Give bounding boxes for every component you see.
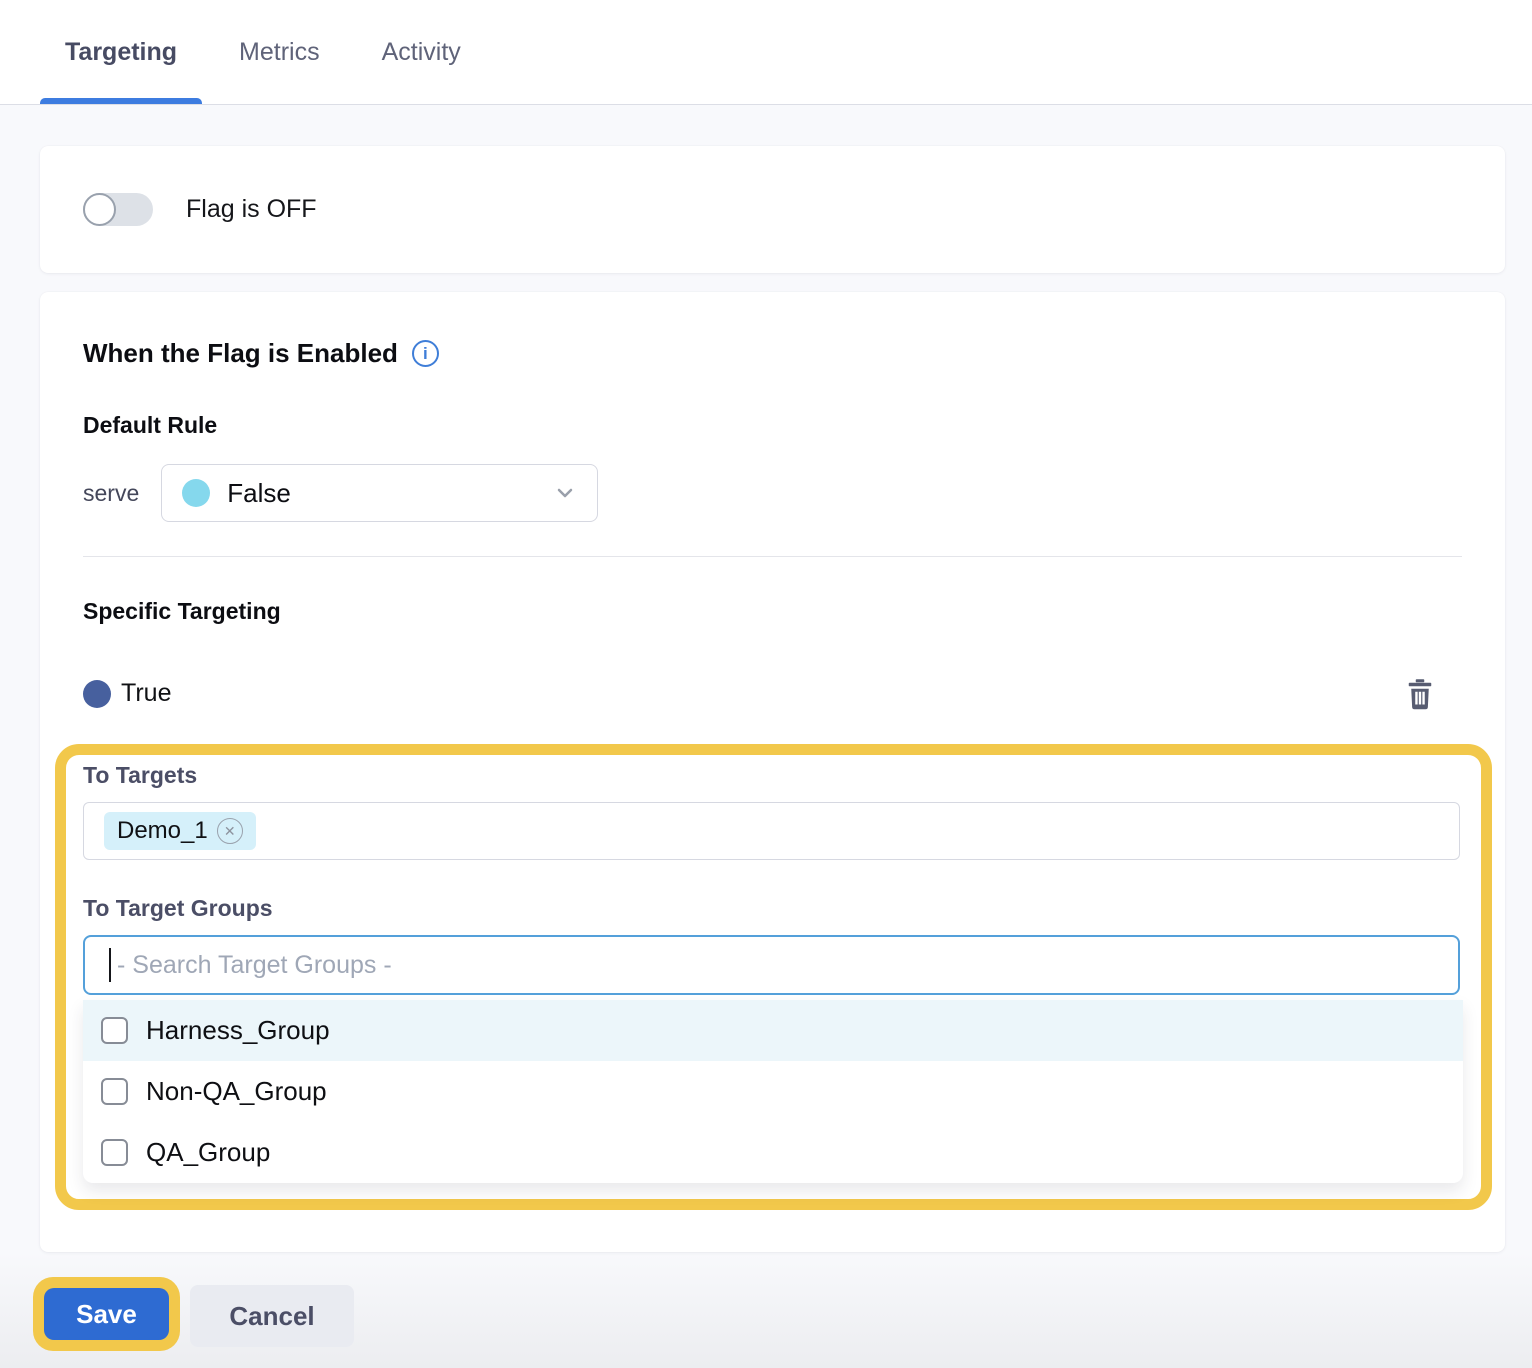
target-groups-dropdown: Harness_Group Non-QA_Group QA_Group	[83, 1000, 1463, 1183]
tabs: Targeting Metrics Activity	[0, 0, 1532, 104]
target-groups-search-wrap	[83, 935, 1460, 995]
true-variation-row: True	[83, 677, 1435, 710]
false-variation-dot	[182, 479, 210, 507]
default-rule-row: serve False	[83, 464, 598, 522]
targeting-rules-card: When the Flag is Enabled i Default Rule …	[40, 292, 1505, 1252]
save-button-highlight: Save	[33, 1277, 180, 1351]
save-button[interactable]: Save	[44, 1288, 169, 1340]
chevron-down-icon	[553, 481, 577, 505]
cancel-button[interactable]: Cancel	[190, 1285, 354, 1347]
text-caret	[109, 948, 111, 982]
tab-targeting[interactable]: Targeting	[40, 0, 202, 104]
section-divider	[83, 556, 1462, 557]
variation-select-value: False	[227, 478, 291, 509]
tab-bar: Targeting Metrics Activity	[0, 0, 1532, 105]
checkbox-harness-group[interactable]	[101, 1017, 128, 1044]
section-title: When the Flag is Enabled i	[83, 338, 439, 369]
targets-input[interactable]: Demo_1 ✕	[83, 802, 1460, 860]
group-option-harness-group[interactable]: Harness_Group	[83, 1000, 1463, 1061]
flag-state-card: Flag is OFF	[40, 146, 1505, 273]
tab-activity[interactable]: Activity	[357, 0, 486, 104]
feature-flag-targeting-page: Targeting Metrics Activity Flag is OFF W…	[0, 0, 1532, 1368]
highlighted-targeting-area: To Targets Demo_1 ✕ To Target Groups Har…	[55, 744, 1492, 1210]
to-target-groups-label: To Target Groups	[83, 895, 1481, 922]
tab-metrics[interactable]: Metrics	[214, 0, 345, 104]
checkbox-non-qa-group[interactable]	[101, 1078, 128, 1105]
default-rule-heading: Default Rule	[83, 412, 217, 439]
flag-state-label: Flag is OFF	[186, 195, 317, 224]
serve-label: serve	[83, 480, 139, 507]
target-groups-search-input[interactable]	[83, 935, 1460, 995]
info-icon[interactable]: i	[412, 340, 439, 367]
remove-tag-icon[interactable]: ✕	[217, 818, 243, 844]
when-flag-enabled-title: When the Flag is Enabled	[83, 338, 398, 369]
flag-toggle-thumb	[83, 193, 116, 226]
true-variation-dot	[83, 680, 111, 708]
group-option-non-qa-group[interactable]: Non-QA_Group	[83, 1061, 1463, 1122]
trash-icon	[1405, 677, 1435, 710]
flag-toggle[interactable]	[83, 193, 153, 226]
variation-select[interactable]: False	[161, 464, 598, 522]
target-tag-label: Demo_1	[117, 817, 208, 845]
specific-targeting-heading: Specific Targeting	[83, 598, 281, 625]
delete-rule-button[interactable]	[1405, 677, 1435, 710]
target-tag: Demo_1 ✕	[104, 812, 256, 850]
checkbox-qa-group[interactable]	[101, 1139, 128, 1166]
group-option-qa-group[interactable]: QA_Group	[83, 1122, 1463, 1183]
to-targets-label: To Targets	[83, 762, 1481, 789]
true-variation-label: True	[121, 679, 171, 708]
